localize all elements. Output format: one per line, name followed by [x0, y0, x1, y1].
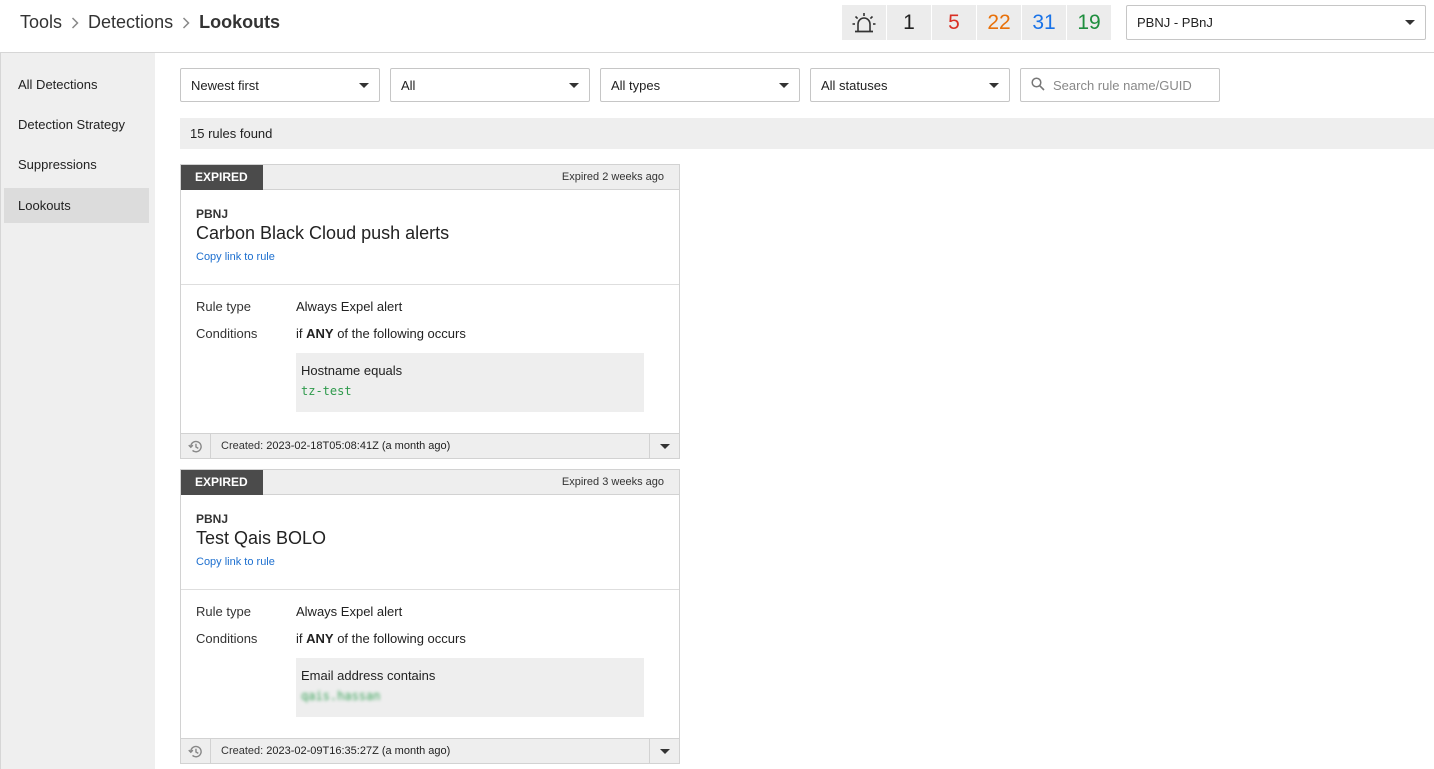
conditions-label: Conditions — [196, 631, 258, 646]
sidebar-item-detection-strategy[interactable]: Detection Strategy — [4, 107, 149, 142]
created-value: 2023-02-09T16:35:27Z (a month ago) — [266, 745, 451, 757]
rule-card: EXPIRED Expired 3 weeks ago PBNJ Test Qa… — [180, 469, 680, 764]
expired-time: Expired 2 weeks ago — [561, 171, 664, 183]
rule-details: Rule type Always Expel alert Conditions … — [181, 590, 679, 738]
alarm-light-icon[interactable] — [842, 5, 886, 40]
cond-any: ANY — [306, 326, 334, 341]
rule-summary: PBNJ Carbon Black Cloud push alerts Copy… — [181, 190, 679, 285]
condition-field: Hostname equals — [301, 363, 403, 378]
type-select-value: All types — [611, 77, 661, 93]
rule-type-label: Rule type — [196, 299, 251, 314]
sort-select[interactable]: Newest first — [180, 68, 380, 102]
status-badge: EXPIRED — [181, 164, 263, 190]
expired-time: Expired 3 weeks ago — [561, 476, 664, 488]
condition-value: tz-test — [301, 384, 352, 398]
created-info: Created: 2023-02-09T16:35:27Z (a month a… — [211, 745, 450, 757]
caret-down-icon — [779, 82, 789, 88]
expand-toggle[interactable] — [649, 434, 679, 458]
created-label: Created: — [221, 745, 264, 757]
sidebar-item-lookouts[interactable]: Lookouts — [4, 188, 149, 223]
rule-card-header: EXPIRED Expired 3 weeks ago — [181, 469, 679, 495]
status-select-value: All statuses — [821, 77, 888, 93]
rule-name: Test Qais BOLO — [196, 528, 327, 548]
caret-down-icon — [659, 443, 670, 449]
count-critical[interactable]: 5 — [932, 5, 976, 40]
caret-down-icon — [659, 748, 670, 754]
rule-type-label: Rule type — [196, 604, 251, 619]
count-medium[interactable]: 31 — [1022, 5, 1066, 40]
rule-card-footer: Created: 2023-02-09T16:35:27Z (a month a… — [181, 738, 679, 763]
type-select[interactable]: All types — [600, 68, 800, 102]
created-label: Created: — [221, 440, 264, 452]
rule-card-header: EXPIRED Expired 2 weeks ago — [181, 164, 679, 190]
conditions-label: Conditions — [196, 326, 258, 341]
search-input[interactable] — [1053, 77, 1213, 93]
search-icon — [1031, 76, 1045, 94]
status-badge: EXPIRED — [181, 469, 263, 495]
cond-prefix: if — [296, 326, 303, 341]
rule-card: EXPIRED Expired 2 weeks ago PBNJ Carbon … — [180, 164, 680, 459]
conditions-summary: if ANY of the following occurs — [296, 631, 466, 646]
copy-link-button[interactable]: Copy link to rule — [196, 556, 275, 568]
rule-org: PBNJ — [196, 512, 229, 526]
sidebar-item-all-detections[interactable]: All Detections — [4, 67, 149, 102]
cond-suffix: of the following occurs — [337, 326, 466, 341]
history-icon[interactable] — [181, 739, 211, 763]
condition-field: Email address contains — [301, 668, 436, 683]
sidebar: All Detections Detection Strategy Suppre… — [0, 53, 155, 769]
rule-details: Rule type Always Expel alert Conditions … — [181, 285, 679, 433]
scope-select[interactable]: All — [390, 68, 590, 102]
rule-type-value: Always Expel alert — [296, 299, 403, 314]
chevron-right-icon — [182, 16, 190, 29]
rule-card-footer: Created: 2023-02-18T05:08:41Z (a month a… — [181, 433, 679, 458]
cond-prefix: if — [296, 631, 303, 646]
sort-select-value: Newest first — [191, 77, 259, 93]
status-select[interactable]: All statuses — [810, 68, 1010, 102]
caret-down-icon — [359, 82, 369, 88]
scope-select-value: All — [401, 77, 416, 93]
count-total[interactable]: 1 — [887, 5, 931, 40]
caret-down-icon — [1405, 20, 1415, 25]
copy-link-button[interactable]: Copy link to rule — [196, 251, 275, 263]
caret-down-icon — [569, 82, 579, 88]
chevron-right-icon — [71, 16, 79, 29]
alert-counts: 1 5 22 31 19 — [842, 5, 1112, 40]
expand-toggle[interactable] — [649, 739, 679, 763]
organization-select-value: PBNJ - PBnJ — [1137, 15, 1213, 30]
rule-org: PBNJ — [196, 207, 229, 221]
rule-summary: PBNJ Test Qais BOLO Copy link to rule — [181, 495, 679, 590]
results-count: 15 rules found — [180, 118, 1434, 149]
rule-type-value: Always Expel alert — [296, 604, 403, 619]
organization-select[interactable]: PBNJ - PBnJ — [1126, 5, 1426, 40]
breadcrumb-tools[interactable]: Tools — [20, 12, 62, 33]
rule-name: Carbon Black Cloud push alerts — [196, 223, 450, 243]
conditions-summary: if ANY of the following occurs — [296, 326, 466, 341]
top-header: Tools Detections Lookouts 1 5 22 31 19 P… — [0, 0, 1434, 53]
condition-box: Email address contains qais.hassan — [296, 658, 644, 717]
history-icon[interactable] — [181, 434, 211, 458]
breadcrumb-lookouts: Lookouts — [199, 12, 281, 32]
created-info: Created: 2023-02-18T05:08:41Z (a month a… — [211, 440, 450, 452]
cond-suffix: of the following occurs — [337, 631, 466, 646]
cond-any: ANY — [306, 631, 334, 646]
created-value: 2023-02-18T05:08:41Z (a month ago) — [266, 440, 451, 452]
breadcrumb-detections[interactable]: Detections — [88, 12, 173, 33]
condition-value: qais.hassan — [301, 689, 381, 703]
count-low[interactable]: 19 — [1067, 5, 1111, 40]
caret-down-icon — [989, 82, 999, 88]
search-box — [1020, 68, 1220, 102]
condition-box: Hostname equals tz-test — [296, 353, 644, 412]
sidebar-item-suppressions[interactable]: Suppressions — [4, 147, 149, 182]
count-high[interactable]: 22 — [977, 5, 1021, 40]
breadcrumb: Tools Detections Lookouts — [20, 12, 280, 33]
